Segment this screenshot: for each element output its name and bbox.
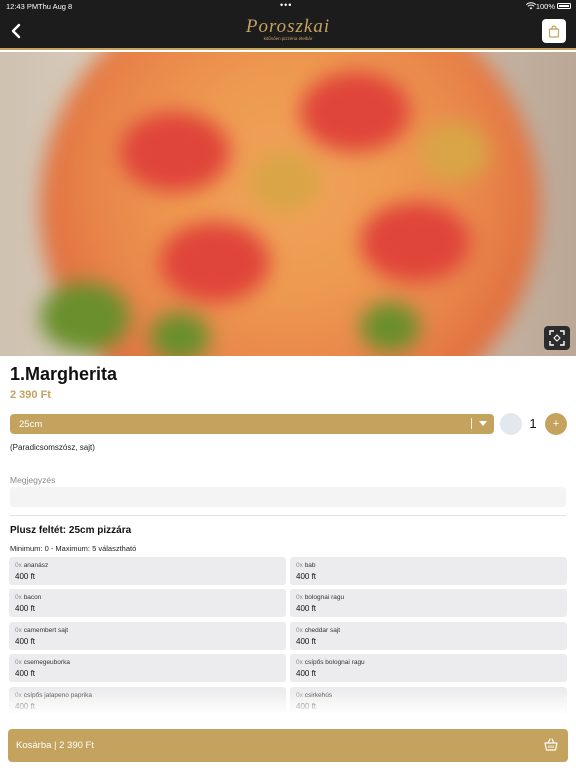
expand-icon <box>549 330 565 346</box>
size-select-value: 25cm <box>19 419 43 430</box>
quantity-increase-button[interactable]: + <box>545 413 567 435</box>
extra-name: csemegeuborka <box>23 659 70 666</box>
add-to-cart-button[interactable]: Kosárba | 2 390 Ft <box>8 729 568 762</box>
extra-name: bacon <box>23 594 42 601</box>
extra-count: 0x <box>15 562 22 569</box>
battery-icon <box>557 3 571 9</box>
product-price: 2 390 Ft <box>10 389 51 401</box>
wifi-icon <box>525 2 537 12</box>
extra-price: 400 ft <box>15 637 36 646</box>
product-ingredients: (Paradicsomszósz, sajt) <box>10 443 95 452</box>
extra-item-csirkehus[interactable]: 0x csirkehús 400 ft <box>290 687 567 713</box>
cart-top-button[interactable] <box>542 19 566 43</box>
back-button[interactable] <box>6 20 26 42</box>
extra-count: 0x <box>296 562 303 569</box>
note-input[interactable] <box>10 487 566 507</box>
extra-item-camembert-sajt[interactable]: 0x camembert sajt 400 ft <box>9 622 286 650</box>
extra-name: ananász <box>23 562 49 569</box>
extra-price: 400 ft <box>15 702 36 711</box>
note-label: Megjegyzés <box>10 475 56 485</box>
extra-count: 0x <box>296 692 303 699</box>
extra-price: 400 ft <box>15 572 36 581</box>
extra-count: 0x <box>15 627 22 634</box>
basket-icon <box>544 738 558 754</box>
extra-item-bab[interactable]: 0x bab 400 ft <box>290 557 567 585</box>
extra-item-csemegeuborka[interactable]: 0x csemegeuborka 400 ft <box>9 654 286 682</box>
extra-price: 400 ft <box>296 572 317 581</box>
extra-name: csirkehús <box>304 692 333 699</box>
restaurant-logo: Poroszkai kitűnően pizzéria ételbár <box>236 15 340 47</box>
nav-bar: Poroszkai kitűnően pizzéria ételbár <box>0 12 576 50</box>
extra-count: 0x <box>15 659 22 666</box>
quantity-value: 1 <box>529 416 537 431</box>
product-image <box>0 52 576 356</box>
multitasking-dots[interactable]: ••• <box>280 0 292 10</box>
extra-price: 400 ft <box>296 604 317 613</box>
extra-name: cheddar sajt <box>304 627 341 634</box>
add-to-cart-label: Kosárba | 2 390 Ft <box>16 740 94 751</box>
status-time: 12:43 PM <box>6 2 39 11</box>
extra-price: 400 ft <box>15 604 36 613</box>
extra-name: bab <box>304 562 316 569</box>
status-date: Thu Aug 8 <box>38 2 73 11</box>
chevron-left-icon <box>11 23 21 39</box>
status-bar: 12:43 PM Thu Aug 8 ••• 100% <box>0 0 576 12</box>
size-select[interactable]: 25cm <box>10 414 494 434</box>
extras-title: Plusz feltét: 25cm pizzára <box>10 525 132 536</box>
extra-price: 400 ft <box>15 669 36 678</box>
extra-price: 400 ft <box>296 669 317 678</box>
extra-name: csípős bolognai ragu <box>304 659 365 666</box>
extra-count: 0x <box>296 627 303 634</box>
extra-item-bacon[interactable]: 0x bacon 400 ft <box>9 589 286 617</box>
extra-name: bolognai ragu <box>304 594 345 601</box>
extra-count: 0x <box>15 692 22 699</box>
extra-count: 0x <box>15 594 22 601</box>
extra-price: 400 ft <box>296 637 317 646</box>
extra-price: 400 ft <box>296 702 317 711</box>
extra-name: camembert sajt <box>23 627 69 634</box>
shopping-bag-icon <box>548 24 560 38</box>
battery-percent: 100% <box>535 2 555 11</box>
quantity-decrease-button[interactable] <box>500 413 522 435</box>
extra-item-bolognai-ragu[interactable]: 0x bolognai ragu 400 ft <box>290 589 567 617</box>
extra-name: csípős jalapeno paprika <box>23 692 92 699</box>
divider <box>10 515 566 516</box>
extra-item-csipos-jalapeno-paprika[interactable]: 0x csípős jalapeno paprika 400 ft <box>9 687 286 713</box>
caret-down-icon <box>479 419 487 430</box>
expand-image-button[interactable] <box>544 326 570 350</box>
select-divider <box>471 418 472 429</box>
extras-limit: Minimum: 0 - Maximum: 5 választható <box>10 544 137 553</box>
extra-item-csipos-bolognai-ragu[interactable]: 0x csípős bolognai ragu 400 ft <box>290 654 567 682</box>
extra-count: 0x <box>296 594 303 601</box>
extras-grid: 0x ananász 400 ft 0x bab 400 ft 0x bacon… <box>9 557 567 713</box>
extra-count: 0x <box>296 659 303 666</box>
product-title: 1.Margherita <box>10 364 118 384</box>
extra-item-ananasz[interactable]: 0x ananász 400 ft <box>9 557 286 585</box>
extra-item-cheddar-sajt[interactable]: 0x cheddar sajt 400 ft <box>290 622 567 650</box>
